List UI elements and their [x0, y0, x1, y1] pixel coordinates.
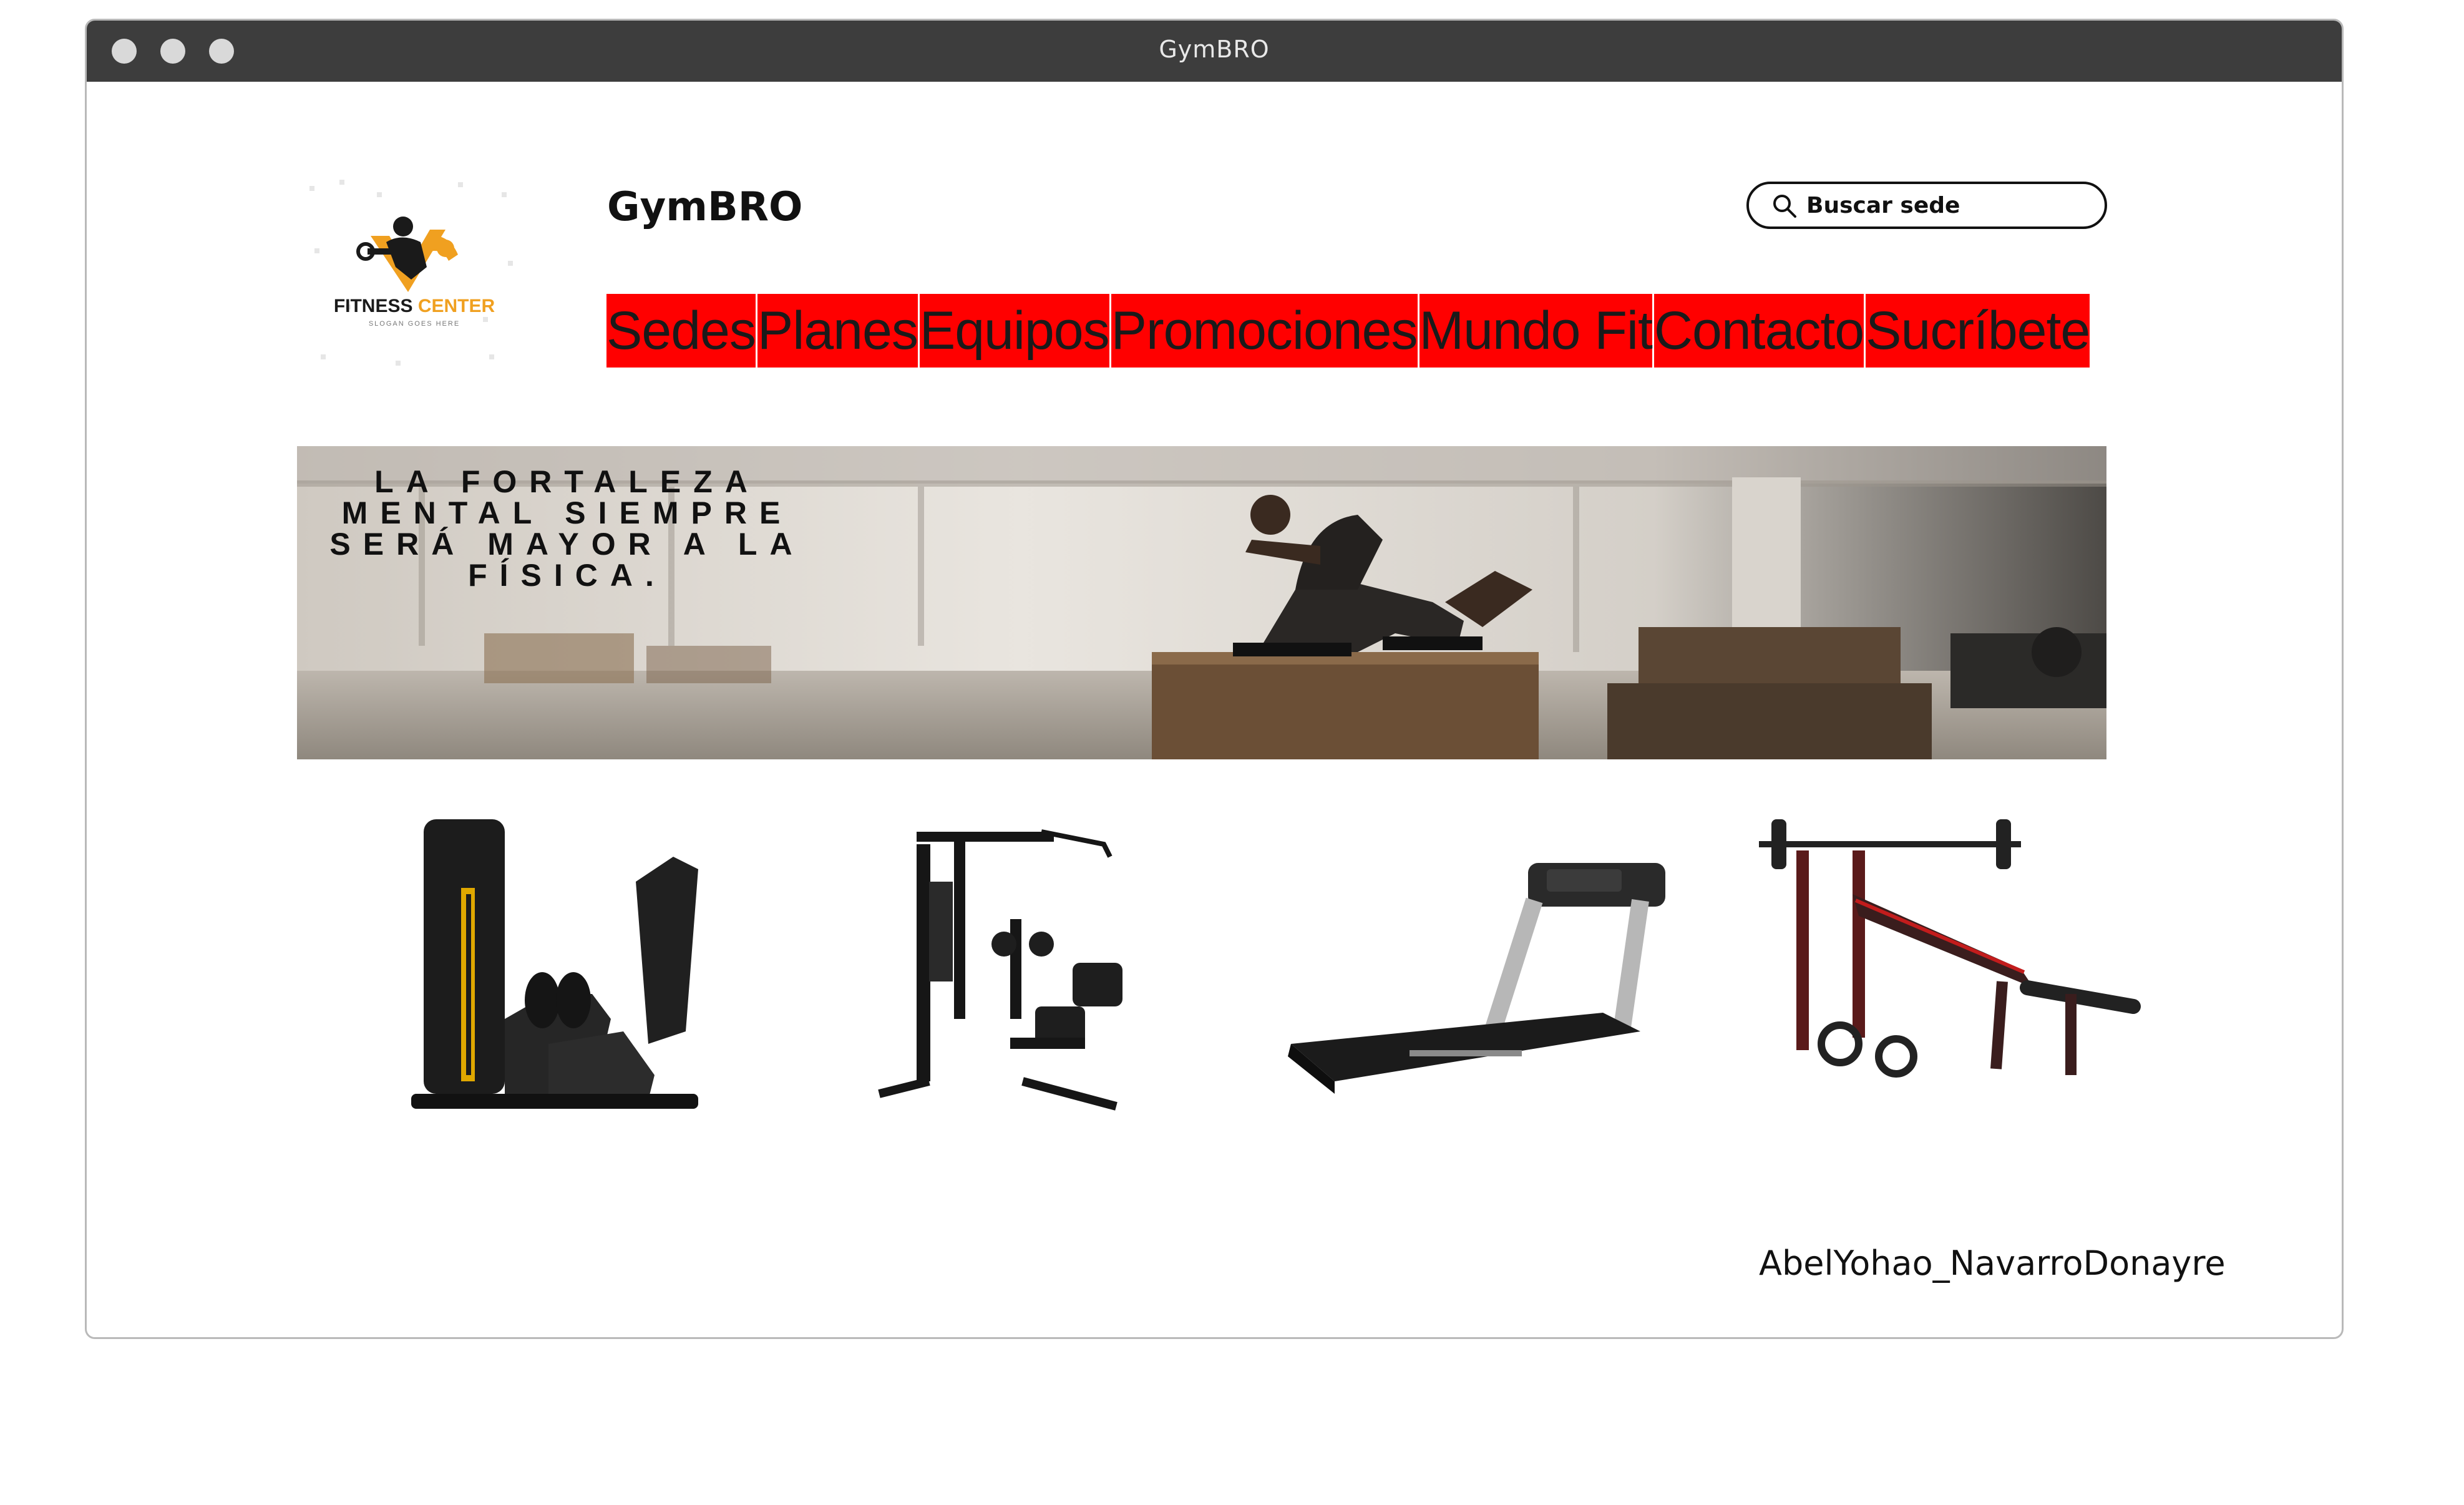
- window-title: GymBRO: [1159, 36, 1270, 63]
- site-title[interactable]: GymBRO: [607, 184, 802, 230]
- search-icon: [1773, 195, 1796, 218]
- equipment-image-treadmill[interactable]: [1254, 844, 1740, 1106]
- equipment-image-home-gym-station[interactable]: [854, 807, 1191, 1131]
- nav-item-contacto[interactable]: Contacto: [1653, 294, 1866, 368]
- title-bar: GymBRO: [87, 21, 2342, 82]
- main-nav: Sedes Planes Equipos Promociones Mundo F…: [606, 294, 2092, 368]
- search-input[interactable]: Buscar sede: [1806, 193, 1960, 218]
- svg-text:SLOGAN GOES HERE: SLOGAN GOES HERE: [369, 320, 460, 328]
- banner-quote: LA FORTALEZA MENTAL SIEMPRE SERÁ MAYOR A…: [329, 464, 805, 593]
- nav-item-equipos[interactable]: Equipos: [919, 294, 1111, 368]
- equipment-image-abductor-machine[interactable]: [386, 807, 773, 1131]
- nav-item-sedes[interactable]: Sedes: [606, 294, 757, 368]
- fitness-center-logo[interactable]: FITNESS CENTER SLOGAN GOES HERE: [302, 173, 527, 379]
- equipment-image-weight-bench[interactable]: [1734, 807, 2171, 1106]
- nav-item-mundo-fit[interactable]: Mundo Fit: [1419, 294, 1654, 368]
- browser-window: GymBRO FITNESS CENTER SLOGAN GOES HERE G…: [85, 19, 2344, 1339]
- svg-text:FITNESS CENTER: FITNESS CENTER: [334, 296, 495, 316]
- nav-item-planes[interactable]: Planes: [757, 294, 920, 368]
- author-credit: AbelYohao_NavarroDonayre: [1759, 1244, 2226, 1283]
- search-box[interactable]: Buscar sede: [1746, 182, 2107, 229]
- nav-item-promociones[interactable]: Promociones: [1111, 294, 1419, 368]
- nav-item-suscribete[interactable]: Sucríbete: [1866, 294, 2092, 368]
